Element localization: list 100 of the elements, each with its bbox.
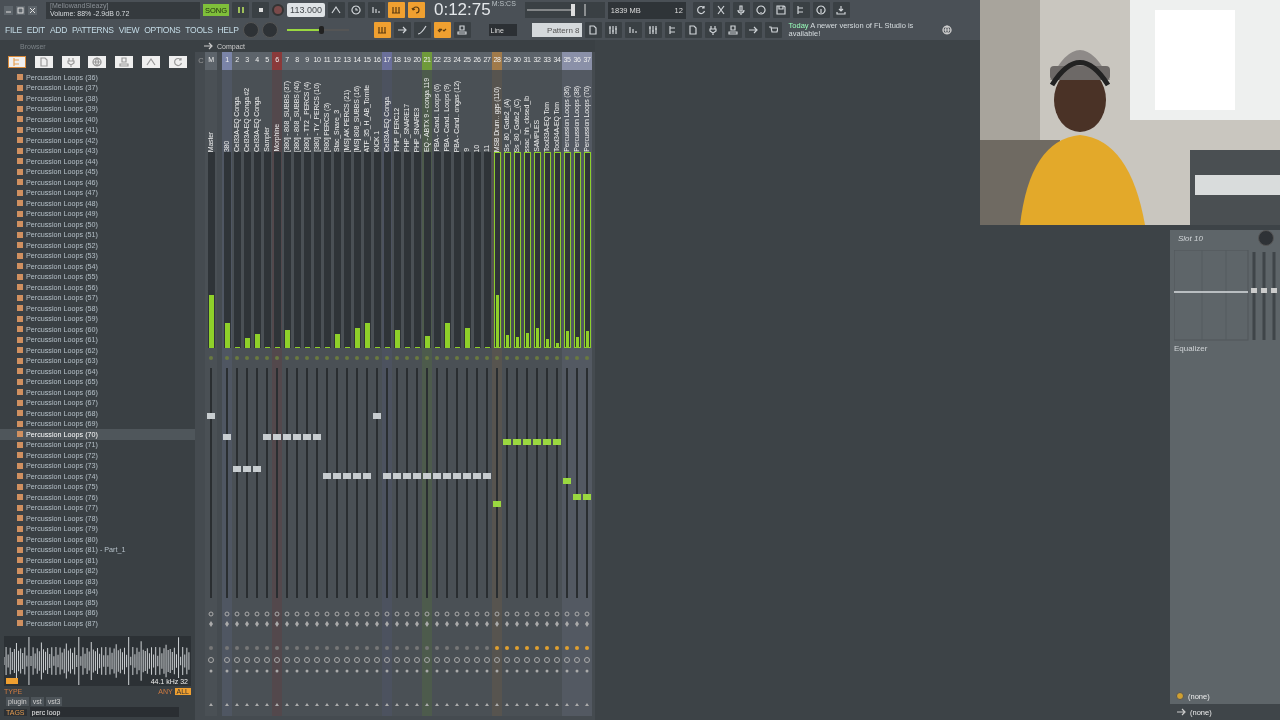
track-led[interactable] (495, 356, 499, 360)
download-button[interactable] (832, 2, 850, 18)
volume-fader[interactable] (503, 438, 511, 445)
volume-fader[interactable] (573, 493, 581, 500)
track-led[interactable] (455, 356, 459, 360)
volume-fader[interactable] (433, 473, 441, 480)
track-led[interactable] (535, 356, 539, 360)
record-button[interactable] (272, 4, 285, 16)
track-led[interactable] (365, 356, 369, 360)
track-led[interactable] (255, 356, 259, 360)
pause-button[interactable] (232, 2, 250, 18)
volume-fader[interactable] (473, 473, 481, 480)
sliders-button[interactable] (644, 22, 662, 38)
volume-fader[interactable] (523, 438, 531, 445)
track-led[interactable] (345, 356, 349, 360)
volume-fader[interactable] (553, 438, 561, 445)
plug-button[interactable] (704, 22, 722, 38)
track-led[interactable] (235, 356, 239, 360)
stamp-button[interactable] (724, 22, 742, 38)
page-button[interactable] (684, 22, 702, 38)
volume-fader[interactable] (333, 473, 341, 480)
volume-fader[interactable] (383, 473, 391, 480)
mix-knob[interactable] (1258, 230, 1274, 246)
volume-fader[interactable] (233, 466, 241, 473)
bars-button[interactable] (367, 2, 385, 18)
pattern-selector[interactable]: Pattern 8 (531, 23, 582, 37)
refresh-tab[interactable] (168, 56, 187, 68)
cart-button[interactable] (764, 22, 782, 38)
volume-fader[interactable] (423, 473, 431, 480)
minimize-button[interactable] (4, 5, 13, 15)
sliders-button[interactable] (604, 22, 622, 38)
comb-button[interactable] (387, 2, 405, 18)
tree-button[interactable] (792, 2, 810, 18)
volume-fader[interactable] (483, 473, 491, 480)
track-led[interactable] (475, 356, 479, 360)
menu-item[interactable]: TOOLS (184, 23, 214, 37)
refresh-button[interactable] (692, 2, 710, 18)
page-tab[interactable] (35, 56, 54, 68)
track-led[interactable] (505, 356, 509, 360)
bars-button[interactable] (624, 22, 642, 38)
volume-fader[interactable] (513, 438, 521, 445)
volume-fader[interactable] (343, 473, 351, 480)
track-led[interactable] (275, 356, 279, 360)
volume-fader[interactable] (363, 473, 371, 480)
page-button[interactable] (584, 22, 602, 38)
volume-fader[interactable] (323, 473, 331, 480)
volume-fader[interactable] (453, 473, 461, 480)
tempo-display[interactable]: 113.000 (287, 3, 325, 17)
track-led[interactable] (209, 356, 213, 360)
track-led[interactable] (325, 356, 329, 360)
track-led[interactable] (485, 356, 489, 360)
peak-tab[interactable] (141, 56, 160, 68)
track-led[interactable] (545, 356, 549, 360)
close-button[interactable] (28, 5, 37, 15)
scissors-button[interactable] (712, 2, 730, 18)
track-led[interactable] (395, 356, 399, 360)
track-led[interactable] (295, 356, 299, 360)
menu-item[interactable]: HELP (216, 23, 240, 37)
curve-button[interactable] (413, 22, 431, 38)
track-led[interactable] (285, 356, 289, 360)
globe-tab[interactable] (88, 56, 107, 68)
slot-name[interactable]: Slot 10 (1178, 233, 1203, 243)
volume-fader[interactable] (403, 473, 411, 480)
track-led[interactable] (445, 356, 449, 360)
menu-item[interactable]: PATTERNS (71, 23, 115, 37)
track-led[interactable] (245, 356, 249, 360)
clock-button[interactable] (347, 2, 365, 18)
menu-item[interactable]: FILE (4, 23, 23, 37)
track-led[interactable] (405, 356, 409, 360)
arrow-button[interactable] (393, 22, 411, 38)
track-led[interactable] (385, 356, 389, 360)
track-led[interactable] (375, 356, 379, 360)
volume-fader[interactable] (243, 466, 251, 473)
volume-fader[interactable] (463, 473, 471, 480)
track-led[interactable] (585, 356, 589, 360)
volume-fader[interactable] (443, 473, 451, 480)
track-led[interactable] (335, 356, 339, 360)
track-led[interactable] (315, 356, 319, 360)
tree-tab[interactable] (8, 56, 27, 68)
plug-tab[interactable] (61, 56, 80, 68)
stamp-button[interactable] (453, 22, 471, 38)
volume-fader[interactable] (353, 473, 361, 480)
track-led[interactable] (465, 356, 469, 360)
menu-item[interactable]: VIEW (117, 23, 141, 37)
volume-fader[interactable] (373, 413, 381, 420)
menu-item[interactable]: EDIT (25, 23, 46, 37)
stamp-tab[interactable] (115, 56, 134, 68)
comb-button[interactable] (373, 22, 391, 38)
volume-fader[interactable] (563, 477, 571, 484)
microphone-button[interactable] (732, 2, 750, 18)
loop-button[interactable] (407, 2, 425, 18)
volume-fader[interactable] (253, 466, 261, 473)
volume-fader[interactable] (583, 493, 591, 500)
volume-fader[interactable] (543, 438, 551, 445)
volume-fader[interactable] (393, 473, 401, 480)
input-icon[interactable] (1176, 692, 1184, 700)
restore-button[interactable] (16, 5, 25, 15)
track-led[interactable] (265, 356, 269, 360)
volume-fader[interactable] (533, 438, 541, 445)
track-led[interactable] (515, 356, 519, 360)
